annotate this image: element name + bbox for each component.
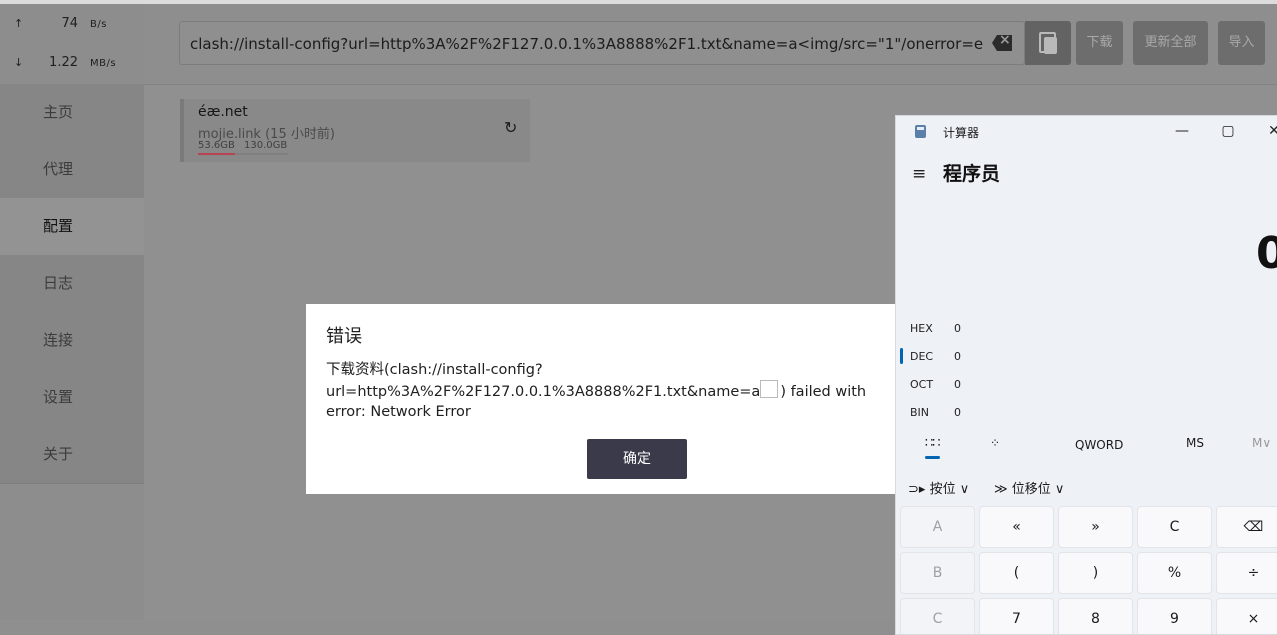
download-speed: ↓ 1.22 MB/s	[14, 55, 116, 70]
key-rotate-right[interactable]: »	[1058, 506, 1133, 548]
profile-total: 130.0GB	[244, 140, 287, 151]
import-button[interactable]: 导入	[1218, 21, 1265, 65]
radix-dec[interactable]: DEC 0	[896, 343, 1277, 371]
key-rotate-left[interactable]: «	[979, 506, 1054, 548]
bitshift-icon: ≫	[994, 482, 1008, 497]
paste-button[interactable]	[1025, 21, 1071, 65]
calculator-title: 计算器	[943, 124, 979, 141]
calculator-titlebar: 计算器 — ▢ ✕	[896, 116, 1277, 148]
close-icon[interactable]: ✕	[1264, 119, 1277, 143]
radix-label: OCT	[910, 378, 933, 391]
sidebar-item-about[interactable]: 关于	[0, 426, 144, 483]
bitwise-icon: ⊃▸	[908, 482, 925, 497]
radix-value: 0	[954, 322, 961, 335]
key-a[interactable]: A	[900, 506, 975, 548]
ok-button[interactable]: 确定	[587, 439, 687, 479]
sidebar-item-settings[interactable]: 设置	[0, 369, 144, 426]
key-backspace[interactable]: ⌫	[1216, 506, 1277, 548]
traffic-panel: ↑ 74 B/s ↓ 1.22 MB/s	[0, 4, 144, 85]
chevron-down-icon: ∨	[960, 482, 970, 497]
sidebar: ↑ 74 B/s ↓ 1.22 MB/s 主页 代理 配置 日志 连接 设置 关于	[0, 4, 144, 620]
memory-store-button[interactable]: MS	[1186, 436, 1204, 450]
minimize-icon[interactable]: —	[1172, 119, 1192, 143]
key-7[interactable]: 7	[979, 598, 1054, 635]
radix-value: 0	[954, 378, 961, 391]
calculator-display: 0	[1256, 228, 1277, 279]
sidebar-item-proxies[interactable]: 代理	[0, 141, 144, 198]
copy-icon-front	[1044, 37, 1057, 54]
radix-bin[interactable]: BIN 0	[896, 399, 1277, 427]
bitshift-dropdown[interactable]: ≫ 位移位 ∨	[994, 478, 1064, 497]
key-8[interactable]: 8	[1058, 598, 1133, 635]
upload-arrow-icon: ↑	[14, 17, 34, 30]
profile-used: 53.6GB	[198, 140, 235, 151]
key-open-paren[interactable]: (	[979, 552, 1054, 594]
calculator-icon	[915, 125, 926, 138]
full-keypad-icon[interactable]: ∷∷	[925, 436, 940, 451]
bitwise-label: 按位	[930, 482, 956, 497]
maximize-icon[interactable]: ▢	[1218, 119, 1238, 143]
key-b[interactable]: B	[900, 552, 975, 594]
menu-icon[interactable]: ≡	[912, 164, 926, 184]
key-multiply[interactable]: ×	[1216, 598, 1277, 635]
update-all-button[interactable]: 更新全部	[1133, 21, 1208, 65]
upload-value: 74	[34, 16, 78, 31]
radix-value: 0	[954, 350, 961, 363]
sidebar-item-home[interactable]: 主页	[0, 84, 144, 141]
calculator-window: 计算器 — ▢ ✕ ≡ 程序员 0 HEX 0 DEC 0 OCT 0 BIN …	[895, 115, 1277, 635]
key-clear[interactable]: C	[1137, 506, 1212, 548]
refresh-icon[interactable]: ↻	[504, 120, 520, 136]
download-arrow-icon: ↓	[14, 56, 34, 69]
download-value: 1.22	[34, 55, 78, 70]
sidebar-divider	[0, 483, 144, 484]
upload-speed: ↑ 74 B/s	[14, 16, 107, 31]
key-9[interactable]: 9	[1137, 598, 1212, 635]
bit-toggle-keypad-icon[interactable]: ⁘	[990, 436, 1000, 450]
key-close-paren[interactable]: )	[1058, 552, 1133, 594]
upload-unit: B/s	[90, 19, 107, 30]
download-button[interactable]: 下载	[1076, 21, 1123, 65]
dialog-title: 错误	[326, 322, 362, 348]
sidebar-item-connections[interactable]: 连接	[0, 312, 144, 369]
profile-url-input[interactable]: clash://install-config?url=http%3A%2F%2F…	[179, 21, 1025, 65]
radix-oct[interactable]: OCT 0	[896, 371, 1277, 399]
memory-list-button[interactable]: M∨	[1252, 436, 1271, 450]
dialog-message: 下载资料(clash://install-config?url=http%3A%…	[326, 360, 896, 422]
keypad-tab-underline	[925, 456, 940, 459]
calculator-mode: 程序员	[943, 159, 1000, 186]
sidebar-item-logs[interactable]: 日志	[0, 255, 144, 312]
key-divide[interactable]: ÷	[1216, 552, 1277, 594]
radix-label: HEX	[910, 322, 933, 335]
radix-label: DEC	[910, 350, 933, 363]
word-size-button[interactable]: QWORD	[1075, 438, 1123, 452]
chevron-down-icon: ∨	[1055, 482, 1065, 497]
sidebar-nav: 主页 代理 配置 日志 连接 设置 关于	[0, 84, 144, 483]
key-c-hex[interactable]: C	[900, 598, 975, 635]
radix-value: 0	[954, 406, 961, 419]
usage-bar	[198, 153, 288, 155]
download-unit: MB/s	[90, 58, 116, 69]
selected-indicator	[900, 348, 903, 364]
radix-hex[interactable]: HEX 0	[896, 315, 1277, 343]
profile-name: éæ.net	[198, 104, 248, 120]
broken-image-icon	[760, 380, 778, 398]
bitwise-dropdown[interactable]: ⊃▸ 按位 ∨	[908, 478, 969, 497]
key-percent[interactable]: %	[1137, 552, 1212, 594]
url-toolbar: clash://install-config?url=http%3A%2F%2F…	[144, 4, 1277, 85]
error-dialog: 错误 下载资料(clash://install-config?url=http%…	[306, 304, 906, 494]
operator-dropdowns: ⊃▸ 按位 ∨ ≫ 位移位 ∨	[896, 474, 1277, 498]
radix-label: BIN	[910, 406, 929, 419]
sidebar-item-profiles[interactable]: 配置	[0, 198, 144, 255]
profile-card[interactable]: éæ.net mojie.link (15 小时前) 53.6GB 130…	[180, 99, 530, 162]
keypad-tabs: ∷∷ ⁘ QWORD MS M∨	[896, 428, 1277, 464]
dialog-message-part1: 下载资料(clash://install-config?url=http%3A%…	[326, 362, 760, 400]
bitshift-label: 位移位	[1012, 482, 1051, 497]
usage-bar-fill	[198, 153, 235, 155]
